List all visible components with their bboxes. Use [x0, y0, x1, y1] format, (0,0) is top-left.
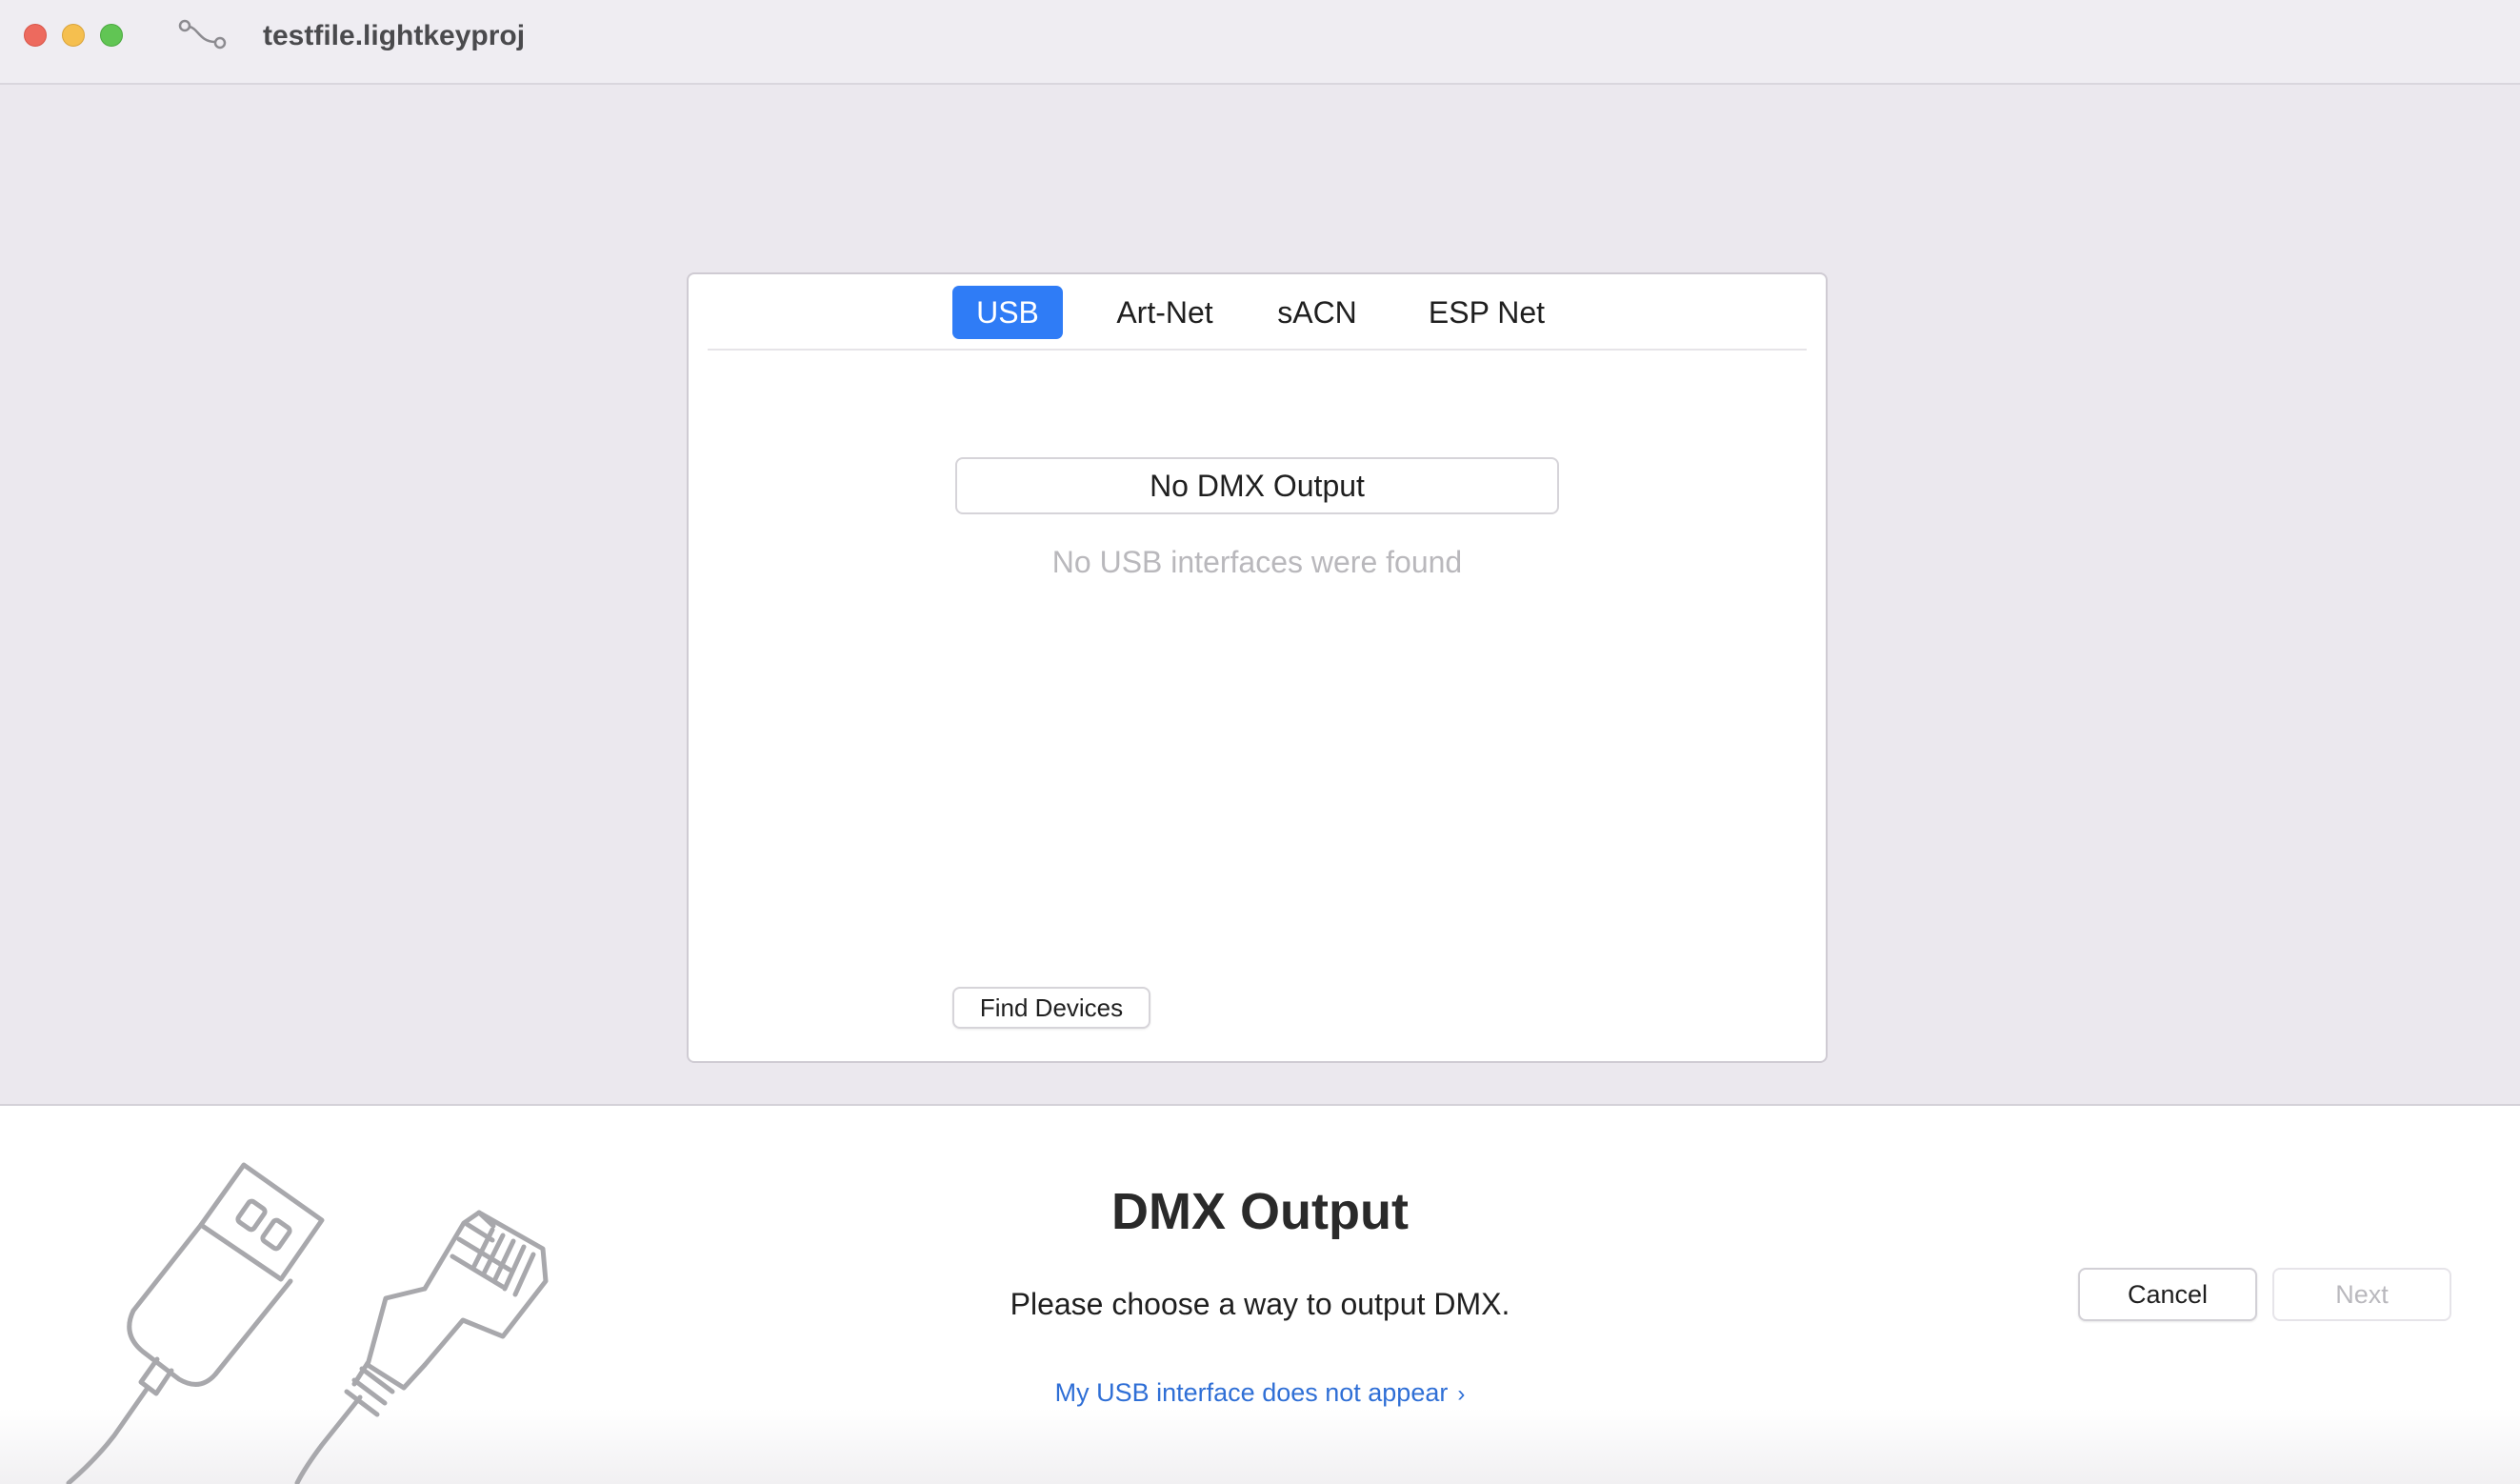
find-devices-button[interactable]: Find Devices	[952, 987, 1150, 1029]
usb-help-link-label: My USB interface does not appear	[1054, 1378, 1449, 1407]
chevron-right-icon: ›	[1457, 1381, 1466, 1407]
tab-sacn[interactable]: sACN	[1260, 286, 1374, 339]
usb-help-link[interactable]: My USB interface does not appear ›	[0, 1378, 2520, 1408]
tab-usb[interactable]: USB	[952, 286, 1063, 339]
tab-divider	[708, 349, 1807, 351]
zoom-window-button[interactable]	[100, 24, 123, 47]
title-bar: testfile.lightkeyproj	[0, 0, 2520, 85]
close-window-button[interactable]	[24, 24, 47, 47]
cancel-button[interactable]: Cancel	[2078, 1268, 2257, 1321]
footer-area: DMX Output Please choose a way to output…	[0, 1104, 2520, 1484]
output-panel: USB Art-Net sACN ESP Net No DMX Output N…	[687, 272, 1828, 1063]
tab-esp-net[interactable]: ESP Net	[1410, 286, 1563, 339]
window-title: testfile.lightkeyproj	[263, 20, 526, 51]
minimize-window-button[interactable]	[62, 24, 85, 47]
link-nodes-icon[interactable]	[177, 17, 229, 51]
output-type-tabs: USB Art-Net sACN ESP Net	[689, 286, 1826, 341]
next-button[interactable]: Next	[2272, 1268, 2451, 1321]
page-title: DMX Output	[1111, 1183, 1409, 1240]
tab-art-net[interactable]: Art-Net	[1098, 286, 1231, 339]
main-area: USB Art-Net sACN ESP Net No DMX Output N…	[0, 85, 2520, 1104]
empty-state-message: No USB interfaces were found	[1051, 545, 1463, 579]
dmx-output-select[interactable]: No DMX Output	[955, 457, 1559, 514]
